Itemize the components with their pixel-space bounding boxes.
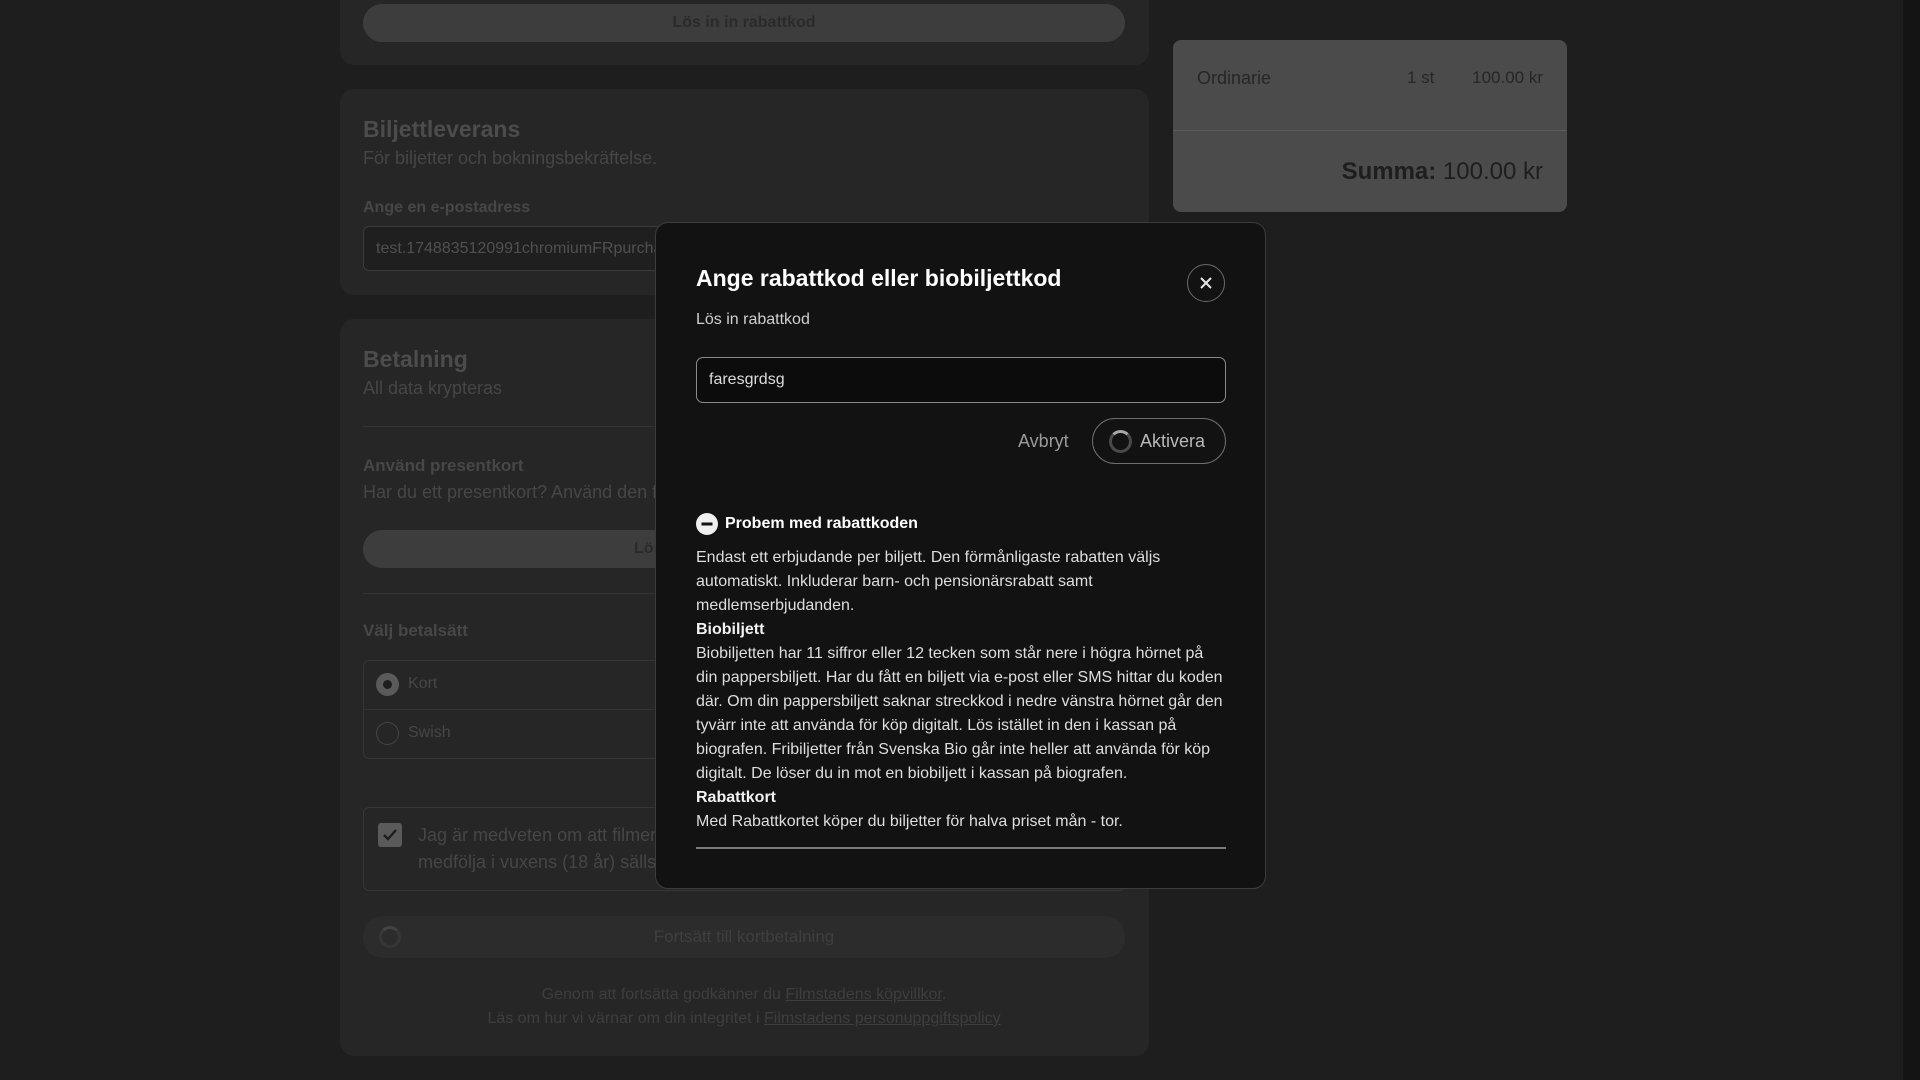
- close-button[interactable]: [1187, 264, 1225, 302]
- privacy-prefix: Läs om hur vi värnar om din integritet i: [487, 1010, 764, 1027]
- activate-button[interactable]: Aktivera: [1092, 418, 1226, 464]
- summary-total-label: Summa:: [1341, 158, 1437, 185]
- help-toggle[interactable]: Probem med rabattkoden: [696, 513, 918, 535]
- cancel-button[interactable]: Avbryt: [1018, 431, 1069, 452]
- summary-quantity: 1 st: [1407, 68, 1435, 87]
- continue-spinner-icon: [379, 926, 401, 948]
- help-content: Endast ett erbjudande per biljett. Den f…: [696, 546, 1228, 834]
- terms-prefix: Genom att fortsätta godkänner du: [541, 986, 786, 1003]
- consent-text-line2: medfölja i vuxens (18 år) sällsk: [418, 852, 666, 872]
- activate-label: Aktivera: [1140, 430, 1206, 451]
- payment-subtitle: All data krypteras: [363, 378, 503, 398]
- terms-link[interactable]: Filmstadens köpvillkor: [785, 986, 942, 1003]
- help-title: Probem med rabattkoden: [725, 515, 918, 532]
- terms-suffix: .: [941, 986, 947, 1003]
- dialog-title: Ange rabattkod eller biobiljettkod: [696, 265, 1062, 291]
- minus-circle-icon: [696, 513, 718, 535]
- rabattkort-heading: Rabattkort: [696, 789, 777, 806]
- rabattkort-text: Med Rabattkortet köper du biljetter för …: [696, 813, 1123, 830]
- biobiljett-heading: Biobiljett: [696, 621, 765, 638]
- delivery-subtitle: För biljetter och bokningsbekräftelse.: [363, 148, 658, 168]
- summary-price: 100.00 kr: [1472, 68, 1543, 87]
- terms-text: Genom att fortsätta godkänner du Filmsta…: [363, 986, 1125, 1004]
- payment-method-swish-radio[interactable]: [376, 722, 399, 745]
- help-intro: Endast ett erbjudande per biljett. Den f…: [696, 549, 1161, 614]
- page-scrollbar[interactable]: [1903, 0, 1920, 1080]
- biobiljett-text: Biobiljetten har 11 siffror eller 12 tec…: [696, 645, 1223, 782]
- payment-title: Betalning: [363, 346, 468, 372]
- payment-method-card-radio[interactable]: [376, 673, 399, 696]
- privacy-link[interactable]: Filmstadens personuppgiftspolicy: [764, 1010, 1001, 1027]
- payment-method-card-label[interactable]: Kort: [408, 675, 437, 693]
- giftcard-title: Använd presentkort: [363, 456, 524, 475]
- checkmark-icon: [383, 829, 397, 841]
- consent-checkbox[interactable]: [378, 823, 402, 847]
- privacy-text: Läs om hur vi värnar om din integritet i…: [363, 1010, 1125, 1028]
- delivery-title: Biljettleverans: [363, 116, 521, 142]
- payment-method-swish-label[interactable]: Swish: [408, 724, 451, 742]
- summary-total: Summa: 100.00 kr: [1342, 158, 1543, 186]
- discount-code-input[interactable]: [696, 357, 1226, 403]
- summary-ticket-type: Ordinarie: [1197, 68, 1272, 88]
- spinner-icon: [1109, 429, 1132, 453]
- summary-total-value: 100.00 kr: [1442, 158, 1543, 185]
- continue-payment-label: Fortsätt till kortbetalning: [653, 927, 835, 946]
- consent-text-line1: Jag är medveten om att filmen: [418, 825, 661, 845]
- email-label: Ange en e-postadress: [363, 199, 531, 216]
- close-icon: [1200, 277, 1212, 289]
- help-divider: [696, 847, 1226, 849]
- order-summary: Ordinarie 1 st 100.00 kr Summa: 100.00 k…: [1173, 40, 1567, 212]
- dialog-subtitle: Lös in rabattkod: [696, 311, 810, 328]
- payment-method-label: Välj betalsätt: [363, 621, 468, 640]
- summary-row: Ordinarie 1 st 100.00 kr: [1173, 40, 1567, 131]
- giftcard-text: Har du ett presentkort? Använd den f: [363, 482, 658, 502]
- continue-payment-button[interactable]: Fortsätt till kortbetalning: [363, 916, 1125, 958]
- redeem-promo-button[interactable]: Lös in in rabattkod: [363, 4, 1125, 42]
- discount-code-dialog: Ange rabattkod eller biobiljettkod Lös i…: [655, 222, 1266, 889]
